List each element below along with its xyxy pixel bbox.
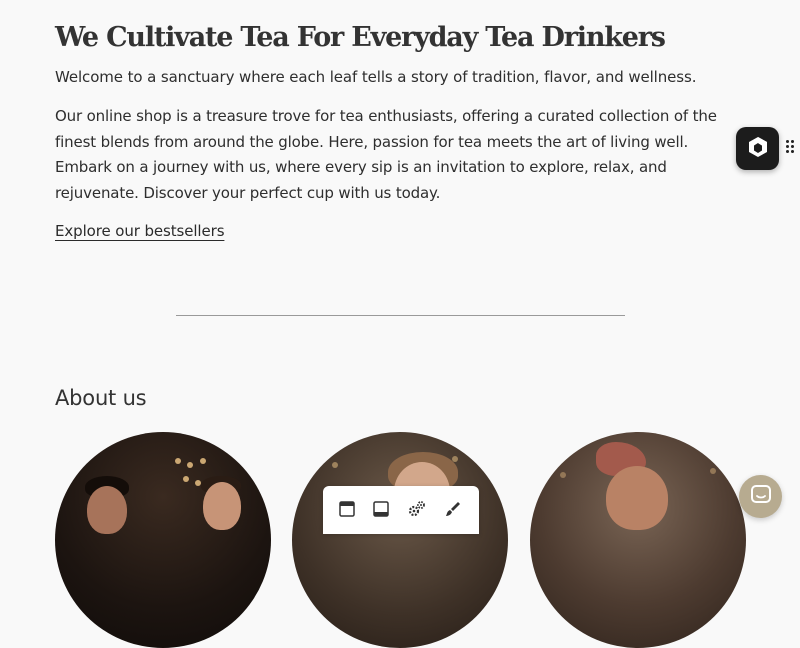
- footer-section-icon[interactable]: [372, 500, 390, 518]
- chat-launcher-button[interactable]: [739, 475, 782, 518]
- app-widget-button[interactable]: [736, 127, 779, 170]
- page-title: We Cultivate Tea For Everyday Tea Drinke…: [55, 22, 666, 53]
- settings-gears-icon[interactable]: [408, 500, 426, 518]
- hexagon-logo-icon: [748, 136, 768, 162]
- body-text: Our online shop is a treasure trove for …: [55, 107, 717, 202]
- chat-icon: [750, 484, 772, 510]
- design-brush-icon[interactable]: [444, 500, 462, 518]
- header-section-icon[interactable]: [338, 500, 356, 518]
- section-divider: [176, 315, 625, 316]
- drag-handle-icon[interactable]: [786, 140, 794, 154]
- explore-bestsellers-link[interactable]: Explore our bestsellers: [55, 222, 225, 240]
- about-heading: About us: [55, 386, 147, 410]
- intro-text: Welcome to a sanctuary where each leaf t…: [55, 68, 697, 86]
- editor-toolbar: [323, 486, 479, 534]
- team-photo-2: [292, 432, 508, 648]
- team-photo-1: [55, 432, 271, 648]
- team-photo-3: [530, 432, 746, 648]
